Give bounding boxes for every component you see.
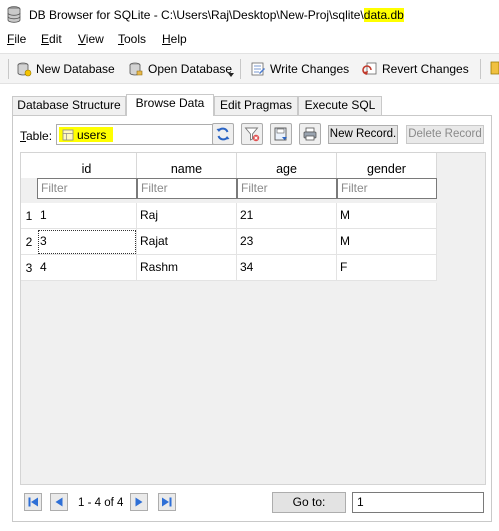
next-page-button[interactable] bbox=[130, 493, 148, 511]
table-cell[interactable]: 3 bbox=[37, 229, 137, 255]
column-header-age[interactable]: age bbox=[237, 153, 337, 178]
open-database-dropdown-icon[interactable] bbox=[228, 73, 234, 77]
refresh-icon bbox=[216, 127, 230, 141]
toolbar-grip bbox=[8, 59, 9, 79]
database-app-icon bbox=[7, 6, 21, 23]
row-number[interactable]: 3 bbox=[21, 255, 37, 281]
title-bar: DB Browser for SQLite - C:\Users\Raj\Des… bbox=[0, 0, 499, 30]
first-page-icon bbox=[28, 497, 38, 507]
new-database-label: New Database bbox=[36, 62, 115, 76]
tab-bar: Database Structure Browse Data Edit Prag… bbox=[12, 94, 492, 116]
filter-input-gender[interactable]: Filter bbox=[337, 178, 437, 199]
toolbar-separator bbox=[480, 59, 481, 79]
menu-tools[interactable]: Tools bbox=[118, 32, 146, 46]
clear-filter-icon bbox=[244, 127, 260, 142]
table-cell[interactable]: Raj bbox=[137, 203, 237, 229]
previous-page-icon bbox=[55, 497, 63, 507]
toolbar-separator bbox=[240, 59, 241, 79]
revert-changes-label: Revert Changes bbox=[382, 62, 469, 76]
previous-page-button[interactable] bbox=[50, 493, 68, 511]
new-database-button[interactable]: New Database bbox=[16, 58, 115, 80]
window-title: DB Browser for SQLite - C:\Users\Raj\Des… bbox=[29, 8, 404, 22]
menu-help[interactable]: Help bbox=[162, 32, 187, 46]
save-view-button[interactable] bbox=[270, 123, 292, 145]
menu-edit[interactable]: Edit bbox=[41, 32, 62, 46]
write-changes-label: Write Changes bbox=[270, 62, 350, 76]
table-select[interactable]: users bbox=[56, 124, 226, 145]
filter-input-name[interactable]: Filter bbox=[137, 178, 237, 199]
table-label: Table: bbox=[20, 129, 53, 143]
table-cell[interactable]: Rajat bbox=[137, 229, 237, 255]
revert-changes-button[interactable]: Revert Changes bbox=[362, 58, 469, 80]
row-number[interactable]: 2 bbox=[21, 229, 37, 255]
table-select-value: users bbox=[59, 127, 113, 142]
menu-bar: File Edit View Tools Help bbox=[0, 30, 499, 50]
selected-table-name: users bbox=[77, 127, 107, 142]
tab-browse-data[interactable]: Browse Data bbox=[126, 94, 214, 116]
table-cell[interactable]: 1 bbox=[37, 203, 137, 229]
main-toolbar: New Database Open Database Write Changes… bbox=[0, 53, 499, 84]
new-record-button[interactable]: New Record. bbox=[328, 125, 398, 144]
window-title-file: data.db bbox=[363, 8, 404, 22]
menu-view[interactable]: View bbox=[78, 32, 104, 46]
data-grid: id name age gender Filter Filter Filter … bbox=[20, 152, 486, 485]
tab-database-structure[interactable]: Database Structure bbox=[12, 96, 126, 115]
menu-file[interactable]: File bbox=[7, 32, 26, 46]
record-count: 1 - 4 of 4 bbox=[78, 497, 124, 509]
open-database-icon bbox=[129, 62, 143, 76]
new-database-icon bbox=[17, 62, 32, 77]
write-changes-button[interactable]: Write Changes bbox=[250, 58, 349, 80]
delete-record-label: Delete Record bbox=[408, 128, 482, 140]
save-view-icon bbox=[274, 127, 287, 141]
table-cell[interactable]: M bbox=[337, 229, 437, 255]
open-database-button[interactable]: Open Database bbox=[128, 58, 232, 80]
printer-icon bbox=[303, 127, 317, 141]
column-header-name[interactable]: name bbox=[137, 153, 237, 178]
tab-execute-sql[interactable]: Execute SQL bbox=[298, 96, 382, 115]
last-page-button[interactable] bbox=[158, 493, 176, 511]
table-cell[interactable]: Rashm bbox=[137, 255, 237, 281]
filter-input-id[interactable]: Filter bbox=[37, 178, 137, 199]
last-page-icon bbox=[162, 497, 172, 507]
pager-bar: 1 - 4 of 4 Go to: 1 bbox=[18, 490, 488, 518]
new-record-label: New Record. bbox=[329, 128, 397, 140]
table-cell[interactable]: 21 bbox=[237, 203, 337, 229]
first-page-button[interactable] bbox=[24, 493, 42, 511]
table-icon bbox=[62, 129, 74, 140]
filter-input-age[interactable]: Filter bbox=[237, 178, 337, 199]
column-header-gender[interactable]: gender bbox=[337, 153, 437, 178]
table-cell[interactable]: F bbox=[337, 255, 437, 281]
refresh-button[interactable] bbox=[212, 123, 234, 145]
next-page-icon bbox=[135, 497, 143, 507]
revert-changes-icon bbox=[362, 62, 377, 75]
write-changes-icon bbox=[251, 62, 265, 76]
more-toolbar-icon[interactable] bbox=[489, 60, 499, 76]
table-cell[interactable]: M bbox=[337, 203, 437, 229]
go-to-input[interactable]: 1 bbox=[352, 492, 484, 513]
tab-edit-pragmas[interactable]: Edit Pragmas bbox=[214, 96, 298, 115]
open-database-label: Open Database bbox=[148, 62, 233, 76]
row-number[interactable]: 1 bbox=[21, 203, 37, 229]
print-button[interactable] bbox=[299, 123, 321, 145]
table-cell[interactable]: 23 bbox=[237, 229, 337, 255]
column-header-id[interactable]: id bbox=[37, 153, 137, 178]
grid-corner bbox=[21, 153, 37, 178]
delete-record-button[interactable]: Delete Record bbox=[406, 125, 484, 144]
table-cell[interactable]: 4 bbox=[37, 255, 137, 281]
table-cell[interactable]: 34 bbox=[237, 255, 337, 281]
table-selector-bar: Table: users New Record. Delete Record bbox=[20, 123, 490, 147]
clear-filters-button[interactable] bbox=[241, 123, 263, 145]
go-to-button[interactable]: Go to: bbox=[272, 492, 346, 513]
